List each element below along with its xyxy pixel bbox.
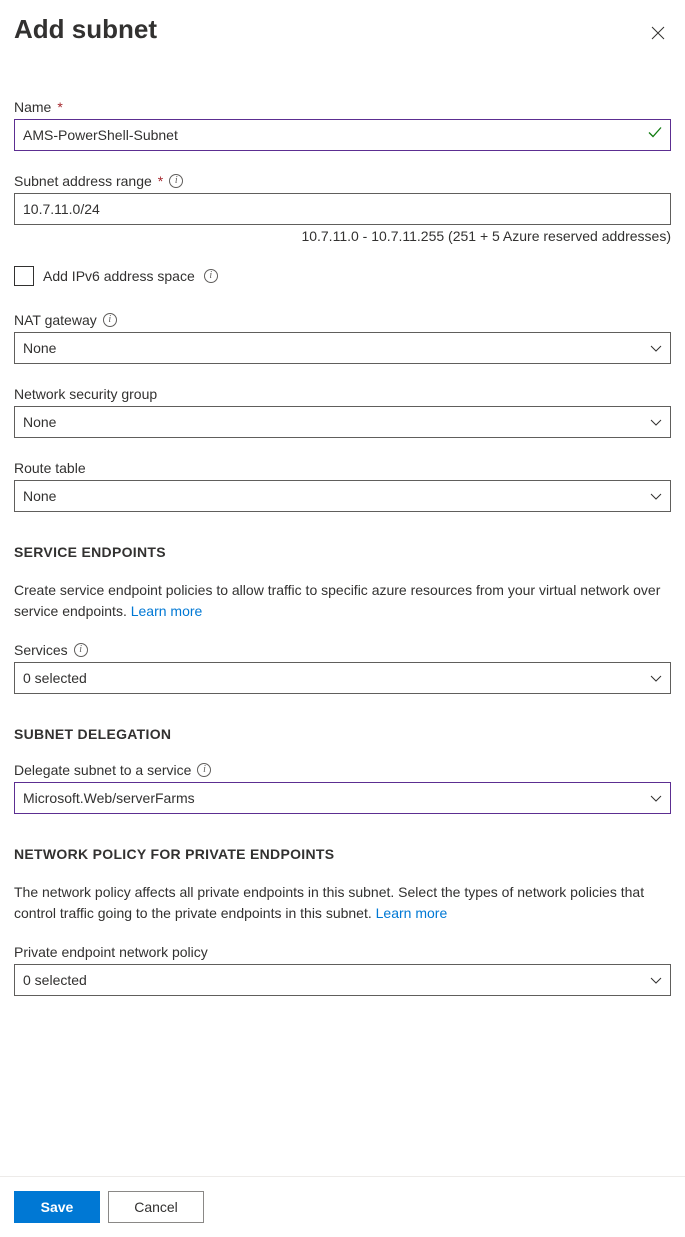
close-button[interactable]	[645, 20, 671, 51]
save-button[interactable]: Save	[14, 1191, 100, 1223]
ipv6-label: Add IPv6 address space	[43, 268, 195, 284]
panel-title: Add subnet	[14, 14, 157, 45]
required-indicator: *	[57, 99, 62, 115]
close-icon	[651, 27, 665, 44]
chevron-down-icon	[650, 490, 662, 502]
info-icon[interactable]: i	[103, 313, 117, 327]
route-table-label: Route table	[14, 460, 86, 476]
services-label: Services	[14, 642, 68, 658]
ipv6-checkbox[interactable]	[14, 266, 34, 286]
nat-gateway-label: NAT gateway	[14, 312, 97, 328]
info-icon[interactable]: i	[74, 643, 88, 657]
nat-gateway-value: None	[23, 340, 56, 356]
service-endpoints-heading: SERVICE ENDPOINTS	[14, 544, 671, 560]
address-range-helper: 10.7.11.0 - 10.7.11.255 (251 + 5 Azure r…	[14, 228, 671, 244]
service-endpoints-desc: Create service endpoint policies to allo…	[14, 582, 660, 619]
network-policy-desc: The network policy affects all private e…	[14, 884, 644, 921]
name-label: Name	[14, 99, 51, 115]
subnet-delegation-heading: SUBNET DELEGATION	[14, 726, 671, 742]
nsg-label: Network security group	[14, 386, 157, 402]
private-endpoint-policy-select[interactable]: 0 selected	[14, 964, 671, 996]
cancel-button[interactable]: Cancel	[108, 1191, 204, 1223]
nat-gateway-select[interactable]: None	[14, 332, 671, 364]
services-select[interactable]: 0 selected	[14, 662, 671, 694]
address-range-label: Subnet address range	[14, 173, 152, 189]
private-endpoint-policy-label: Private endpoint network policy	[14, 944, 208, 960]
chevron-down-icon	[650, 416, 662, 428]
route-table-select[interactable]: None	[14, 480, 671, 512]
required-indicator: *	[158, 173, 163, 189]
services-value: 0 selected	[23, 670, 87, 686]
private-endpoint-policy-value: 0 selected	[23, 972, 87, 988]
chevron-down-icon	[650, 792, 662, 804]
info-icon[interactable]: i	[197, 763, 211, 777]
nsg-value: None	[23, 414, 56, 430]
delegation-label: Delegate subnet to a service	[14, 762, 191, 778]
service-endpoints-learn-more-link[interactable]: Learn more	[131, 603, 203, 619]
chevron-down-icon	[650, 974, 662, 986]
address-range-input[interactable]	[14, 193, 671, 225]
network-policy-learn-more-link[interactable]: Learn more	[376, 905, 448, 921]
info-icon[interactable]: i	[204, 269, 218, 283]
route-table-value: None	[23, 488, 56, 504]
delegation-select[interactable]: Microsoft.Web/serverFarms	[14, 782, 671, 814]
nsg-select[interactable]: None	[14, 406, 671, 438]
network-policy-heading: NETWORK POLICY FOR PRIVATE ENDPOINTS	[14, 846, 671, 862]
delegation-value: Microsoft.Web/serverFarms	[23, 790, 195, 806]
name-input[interactable]	[14, 119, 671, 151]
chevron-down-icon	[650, 672, 662, 684]
chevron-down-icon	[650, 342, 662, 354]
info-icon[interactable]: i	[169, 174, 183, 188]
checkmark-icon	[647, 125, 663, 146]
